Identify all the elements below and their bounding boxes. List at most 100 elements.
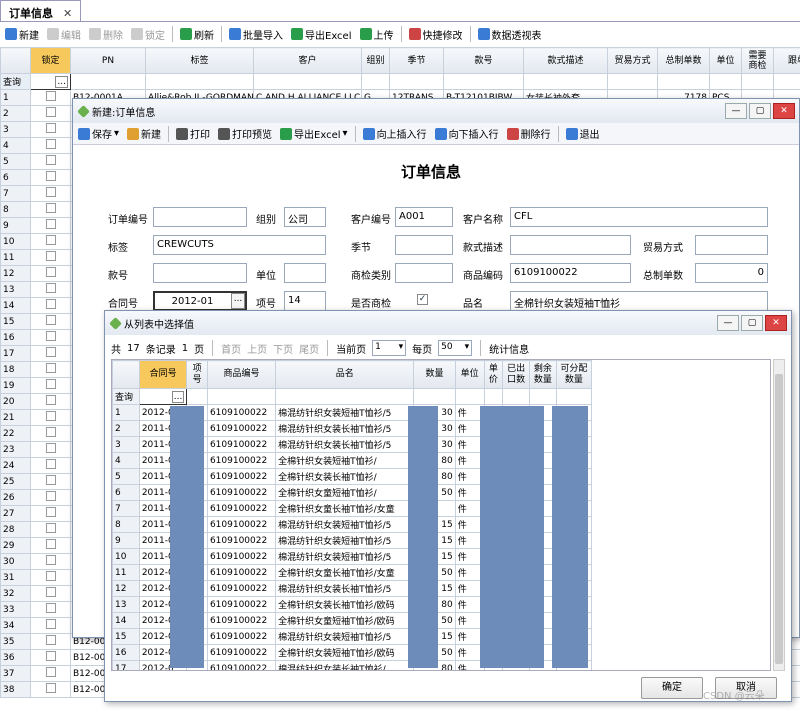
order-toolbar-button-7[interactable]: 删除行 bbox=[504, 124, 554, 144]
column-header[interactable]: 锁定 bbox=[30, 47, 71, 74]
lock-checkbox[interactable] bbox=[45, 523, 56, 533]
lock-checkbox[interactable] bbox=[45, 219, 56, 229]
column-header[interactable]: 客户 bbox=[253, 47, 362, 74]
lock-checkbox[interactable] bbox=[45, 299, 56, 309]
item-no-field[interactable]: 14 bbox=[284, 291, 326, 311]
lock-checkbox[interactable] bbox=[45, 411, 56, 421]
order-toolbar-button-8[interactable]: 退出 bbox=[563, 124, 603, 144]
filter-cell[interactable] bbox=[523, 73, 608, 90]
filter-cell[interactable]: ... bbox=[30, 73, 71, 90]
tab-order-info[interactable]: 订单信息 ✕ bbox=[0, 0, 82, 22]
lock-checkbox[interactable] bbox=[45, 155, 56, 165]
column-header[interactable]: 款式描述 bbox=[523, 47, 608, 74]
toolbar-button-1[interactable]: 编辑 bbox=[44, 24, 84, 44]
filter-cell[interactable] bbox=[454, 388, 485, 405]
filter-cell[interactable] bbox=[657, 73, 710, 90]
filter-cell[interactable] bbox=[443, 73, 524, 90]
filter-cell[interactable] bbox=[413, 388, 456, 405]
style-desc-field[interactable] bbox=[510, 235, 631, 255]
product-code-field[interactable]: 6109100022 bbox=[510, 263, 631, 283]
filter-cell[interactable] bbox=[773, 73, 800, 90]
current-page-select[interactable]: 1 ▾ bbox=[372, 340, 407, 356]
column-header[interactable]: 单位 bbox=[454, 360, 485, 389]
lock-checkbox[interactable] bbox=[45, 315, 56, 325]
toolbar-button-9[interactable]: 数据透视表 bbox=[475, 24, 545, 44]
column-header[interactable]: 已出口数 bbox=[502, 360, 530, 389]
scrollbar-thumb[interactable] bbox=[775, 374, 783, 664]
filter-cell[interactable] bbox=[741, 73, 774, 90]
order-toolbar-button-1[interactable]: 新建 bbox=[124, 124, 164, 144]
close-button[interactable]: ✕ bbox=[765, 315, 787, 331]
order-toolbar-button-0[interactable]: 保存 ▾ bbox=[75, 124, 122, 144]
lock-checkbox[interactable] bbox=[45, 139, 56, 149]
column-header[interactable]: 单价 bbox=[483, 360, 504, 389]
lock-checkbox[interactable] bbox=[45, 651, 56, 661]
picker-titlebar[interactable]: 从列表中选择值 — ▢ ✕ bbox=[105, 311, 791, 335]
order-window-titlebar[interactable]: 新建:订单信息 — ▢ ✕ bbox=[73, 99, 799, 123]
lock-checkbox[interactable] bbox=[45, 667, 56, 677]
filter-cell[interactable] bbox=[361, 73, 390, 90]
filter-cell[interactable] bbox=[709, 73, 742, 90]
filter-cell[interactable] bbox=[253, 73, 362, 90]
ok-button[interactable]: 确定 bbox=[641, 677, 703, 699]
filter-cell[interactable] bbox=[389, 73, 444, 90]
maximize-button[interactable]: ▢ bbox=[749, 103, 771, 119]
toolbar-button-3[interactable]: 锁定 bbox=[128, 24, 168, 44]
per-page-select[interactable]: 50 ▾ bbox=[438, 340, 473, 356]
total-field[interactable]: 0 bbox=[695, 263, 768, 283]
lock-checkbox[interactable] bbox=[45, 379, 56, 389]
lock-checkbox[interactable] bbox=[45, 331, 56, 341]
lock-checkbox[interactable] bbox=[45, 347, 56, 357]
lock-checkbox[interactable] bbox=[45, 91, 56, 101]
customer-name-field[interactable]: CFL bbox=[510, 207, 768, 227]
lock-checkbox[interactable] bbox=[45, 603, 56, 613]
maximize-button[interactable]: ▢ bbox=[741, 315, 763, 331]
toolbar-button-0[interactable]: 新建 bbox=[2, 24, 42, 44]
column-header[interactable]: 商品编号 bbox=[206, 360, 277, 389]
lock-checkbox[interactable] bbox=[45, 443, 56, 453]
style-no-field[interactable] bbox=[153, 263, 247, 283]
toolbar-button-5[interactable]: 批量导入 bbox=[226, 24, 286, 44]
first-page-button[interactable]: 首页 bbox=[221, 341, 241, 356]
column-header[interactable]: 项号 bbox=[186, 360, 208, 389]
column-header[interactable]: 总制单数 bbox=[657, 47, 710, 74]
unit-field[interactable] bbox=[284, 263, 326, 283]
customer-no-field[interactable]: A001 bbox=[395, 207, 453, 227]
group-field[interactable]: 公司 bbox=[284, 207, 326, 227]
column-header[interactable]: PN bbox=[70, 47, 146, 74]
close-icon[interactable]: ✕ bbox=[63, 7, 72, 20]
lock-checkbox[interactable] bbox=[45, 539, 56, 549]
order-no-field[interactable] bbox=[153, 207, 247, 227]
filter-cell[interactable] bbox=[275, 388, 415, 405]
column-header[interactable]: 数量 bbox=[413, 360, 456, 389]
close-button[interactable]: ✕ bbox=[773, 103, 795, 119]
column-header[interactable]: 贸易方式 bbox=[607, 47, 658, 74]
lock-checkbox[interactable] bbox=[45, 507, 56, 517]
inspection-type-field[interactable] bbox=[395, 263, 453, 283]
column-header[interactable]: 需要 商检 bbox=[741, 47, 774, 74]
lock-checkbox[interactable] bbox=[45, 683, 56, 693]
lock-checkbox[interactable] bbox=[45, 171, 56, 181]
last-page-button[interactable]: 尾页 bbox=[299, 341, 319, 356]
column-header[interactable]: 剩余数量 bbox=[528, 360, 557, 389]
column-header[interactable]: 组别 bbox=[361, 47, 390, 74]
lock-checkbox[interactable] bbox=[45, 123, 56, 133]
need-inspection-checkbox[interactable]: ✓ bbox=[417, 294, 428, 305]
filter-cell[interactable] bbox=[70, 73, 146, 90]
order-toolbar-button-3[interactable]: 打印预览 bbox=[215, 124, 275, 144]
lock-checkbox[interactable] bbox=[45, 267, 56, 277]
product-name-field[interactable]: 全棉针织女装短袖T恤衫 bbox=[510, 291, 768, 311]
lock-checkbox[interactable] bbox=[45, 475, 56, 485]
column-header[interactable]: 款号 bbox=[443, 47, 524, 74]
column-header[interactable]: 品名 bbox=[275, 360, 415, 389]
lock-checkbox[interactable] bbox=[45, 363, 56, 373]
filter-cell[interactable] bbox=[555, 388, 593, 405]
toolbar-button-6[interactable]: 导出Excel bbox=[288, 24, 355, 44]
filter-lookup-button[interactable]: ... bbox=[55, 75, 68, 88]
toolbar-button-4[interactable]: 刷新 bbox=[177, 24, 217, 44]
filter-cell[interactable] bbox=[145, 73, 254, 90]
filter-cell[interactable] bbox=[528, 388, 557, 405]
column-header[interactable]: 跟单 bbox=[773, 47, 800, 74]
minimize-button[interactable]: — bbox=[725, 103, 747, 119]
lock-checkbox[interactable] bbox=[45, 555, 56, 565]
